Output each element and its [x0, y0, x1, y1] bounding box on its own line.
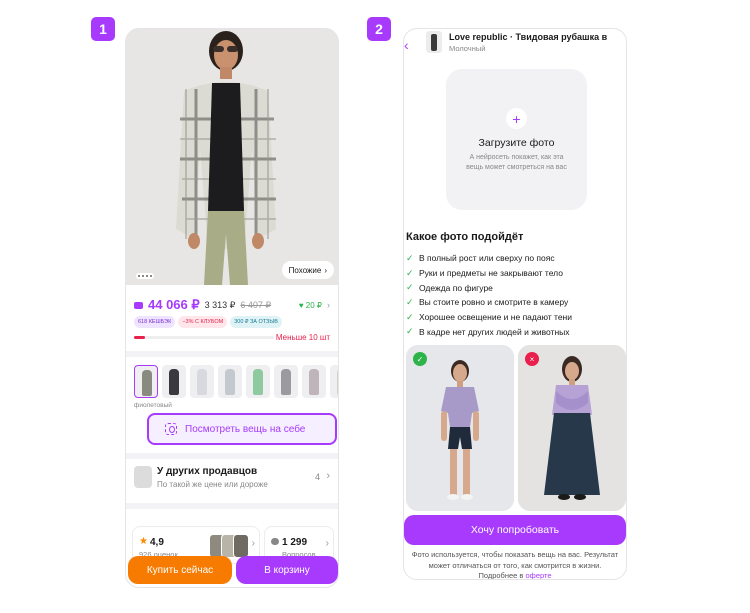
- requirement-item: ✓ Руки и предметы не закрывают тело: [406, 266, 572, 281]
- bad-example-figure: [518, 345, 626, 511]
- check-icon: ✓: [406, 296, 414, 307]
- requirement-item: ✓ Вы стоите ровно и смотрите в камеру: [406, 295, 572, 310]
- color-swatches: [134, 365, 338, 398]
- upload-description: А нейросеть покажет, как эта вещь может …: [456, 153, 577, 173]
- requirements-list: ✓ В полный рост или сверху по пояс ✓ Руки …: [406, 251, 572, 339]
- section-divider: [126, 503, 338, 509]
- review-bonus-chip[interactable]: 300 ₽ ЗА ОТЗЫВ: [230, 316, 282, 328]
- cashback-chip[interactable]: 618 КЕШБЭК: [134, 316, 176, 328]
- stock-label: Меньше 10 шт: [275, 333, 330, 342]
- rejected-cross-icon: ×: [525, 352, 539, 366]
- try-on-label: Посмотреть вещь на себе: [185, 423, 306, 435]
- section-divider: [126, 351, 338, 357]
- check-icon: ✓: [406, 311, 414, 322]
- swatch-item[interactable]: [274, 365, 298, 398]
- requirement-item: ✓ В кадре нет других людей и животных: [406, 324, 572, 339]
- promo-chips: 618 КЕШБЭК −3% С КЛУБОМ 300 ₽ ЗА ОТЗЫВ: [134, 316, 338, 328]
- product-thumbnail: [426, 31, 442, 53]
- disclaimer-line: Фото используется, чтобы показать вещь н…: [411, 550, 619, 559]
- step-badge-2: 2: [367, 17, 391, 41]
- product-thumb-icon: [134, 466, 152, 488]
- chevron-right-icon: ›: [251, 538, 255, 549]
- swatch-item[interactable]: [134, 365, 158, 398]
- check-icon: ✓: [406, 326, 414, 337]
- offer-link[interactable]: оферте: [526, 571, 552, 579]
- sellers-subtitle: По такой же цене или дороже: [157, 480, 268, 489]
- star-icon: ★: [139, 536, 148, 547]
- section-divider: [126, 453, 338, 459]
- upload-desc-line: А нейросеть покажет, как эта: [469, 154, 564, 161]
- check-icon: ✓: [406, 267, 414, 278]
- review-photos: [209, 534, 253, 558]
- buy-now-button[interactable]: Купить сейчас: [128, 556, 232, 584]
- points-badge[interactable]: ♥ 20 ₽: [299, 301, 322, 310]
- rating-value: 4,9: [150, 537, 164, 548]
- carousel-dots: [136, 273, 154, 279]
- sellers-title: У других продавцов: [157, 466, 258, 477]
- step-badge-1: 1: [91, 17, 115, 41]
- upload-photo-card[interactable]: + Загрузите фото А нейросеть покажет, ка…: [446, 69, 587, 210]
- old-price: 6 407 ₽: [240, 299, 272, 310]
- questions-count: 1 299: [282, 537, 308, 548]
- regular-price: 3 313 ₽: [204, 299, 236, 310]
- swatch-item[interactable]: [190, 365, 214, 398]
- chevron-right-icon: ›: [325, 538, 329, 549]
- requirement-text: Руки и предметы не закрывают тело: [419, 268, 563, 279]
- chevron-right-icon: ›: [327, 300, 330, 310]
- product-card-screen: Похожие › 44 066 ₽ 3 313 ₽ 6 407 ₽ ♥ 20 …: [125, 28, 339, 588]
- other-sellers-row[interactable]: У других продавцов По такой же цене или …: [134, 466, 330, 492]
- requirement-text: Хорошее освещение и не падают тени: [419, 312, 572, 323]
- try-on-button[interactable]: Посмотреть вещь на себе: [147, 413, 337, 445]
- disclaimer-more: Подробнее в: [478, 571, 524, 580]
- stock-progress: [134, 336, 274, 339]
- swatch-item[interactable]: [218, 365, 242, 398]
- scan-icon: [165, 423, 177, 435]
- back-arrow-icon[interactable]: ‹: [404, 37, 409, 53]
- wallet-price: 44 066 ₽: [148, 297, 200, 312]
- add-to-cart-button[interactable]: В корзину: [236, 556, 338, 584]
- good-example-figure: [406, 345, 514, 511]
- chat-bubble-icon: [271, 538, 279, 545]
- similar-button[interactable]: Похожие ›: [281, 261, 334, 279]
- check-icon: ✓: [406, 252, 414, 263]
- product-color: Молочный: [449, 44, 486, 53]
- fit-heading: Какое фото подойдёт: [406, 231, 524, 243]
- disclaimer-line-3: Подробнее в оферте: [404, 571, 626, 580]
- check-icon: ✓: [406, 282, 414, 293]
- upload-desc-line: вещь может смотреться на вас: [466, 164, 567, 171]
- chevron-right-icon: ›: [324, 265, 327, 275]
- requirement-item: ✓ В полный рост или сверху по пояс: [406, 251, 572, 266]
- stock-progress-fill: [134, 336, 146, 339]
- swatch-item[interactable]: [302, 365, 326, 398]
- disclaimer-line: может отличаться от того, как смотрится …: [428, 560, 602, 570]
- requirement-item: ✓ Одежда по фигуре: [406, 280, 572, 295]
- good-example-photo: ✓: [406, 345, 514, 511]
- model-illustration: [126, 29, 338, 285]
- similar-label: Похожие: [288, 265, 322, 275]
- requirement-text: В кадре нет других людей и животных: [419, 326, 570, 337]
- chevron-right-icon: ›: [326, 470, 330, 482]
- approved-check-icon: ✓: [413, 352, 427, 366]
- price-row: 44 066 ₽ 3 313 ₽ 6 407 ₽ ♥ 20 ₽ ›: [134, 297, 330, 313]
- color-name: фиолетовый: [134, 402, 172, 409]
- wallet-icon: [134, 301, 143, 309]
- club-discount-chip[interactable]: −3% С КЛУБОМ: [178, 316, 228, 328]
- plus-icon: +: [506, 108, 527, 129]
- upload-title: Загрузите фото: [478, 137, 555, 149]
- swatch-item[interactable]: [162, 365, 186, 398]
- requirement-item: ✓ Хорошее освещение и не падают тени: [406, 310, 572, 325]
- requirement-text: Одежда по фигуре: [419, 282, 493, 293]
- product-title: Love republic · Твидовая рубашка в: [449, 32, 608, 42]
- disclaimer: Фото используется, чтобы показать вещь н…: [404, 550, 626, 580]
- sellers-count: 4: [314, 472, 320, 482]
- swatch-item[interactable]: [330, 365, 338, 398]
- try-button[interactable]: Хочу попробовать: [404, 515, 626, 545]
- swatch-item[interactable]: [246, 365, 270, 398]
- requirement-text: В полный рост или сверху по пояс: [419, 253, 555, 264]
- requirement-text: Вы стоите ровно и смотрите в камеру: [419, 297, 569, 308]
- bad-example-photo: ×: [518, 345, 626, 511]
- product-photo[interactable]: Похожие ›: [126, 29, 338, 285]
- try-on-upload-screen: ‹ Love republic · Твидовая рубашка в Мол…: [403, 28, 627, 580]
